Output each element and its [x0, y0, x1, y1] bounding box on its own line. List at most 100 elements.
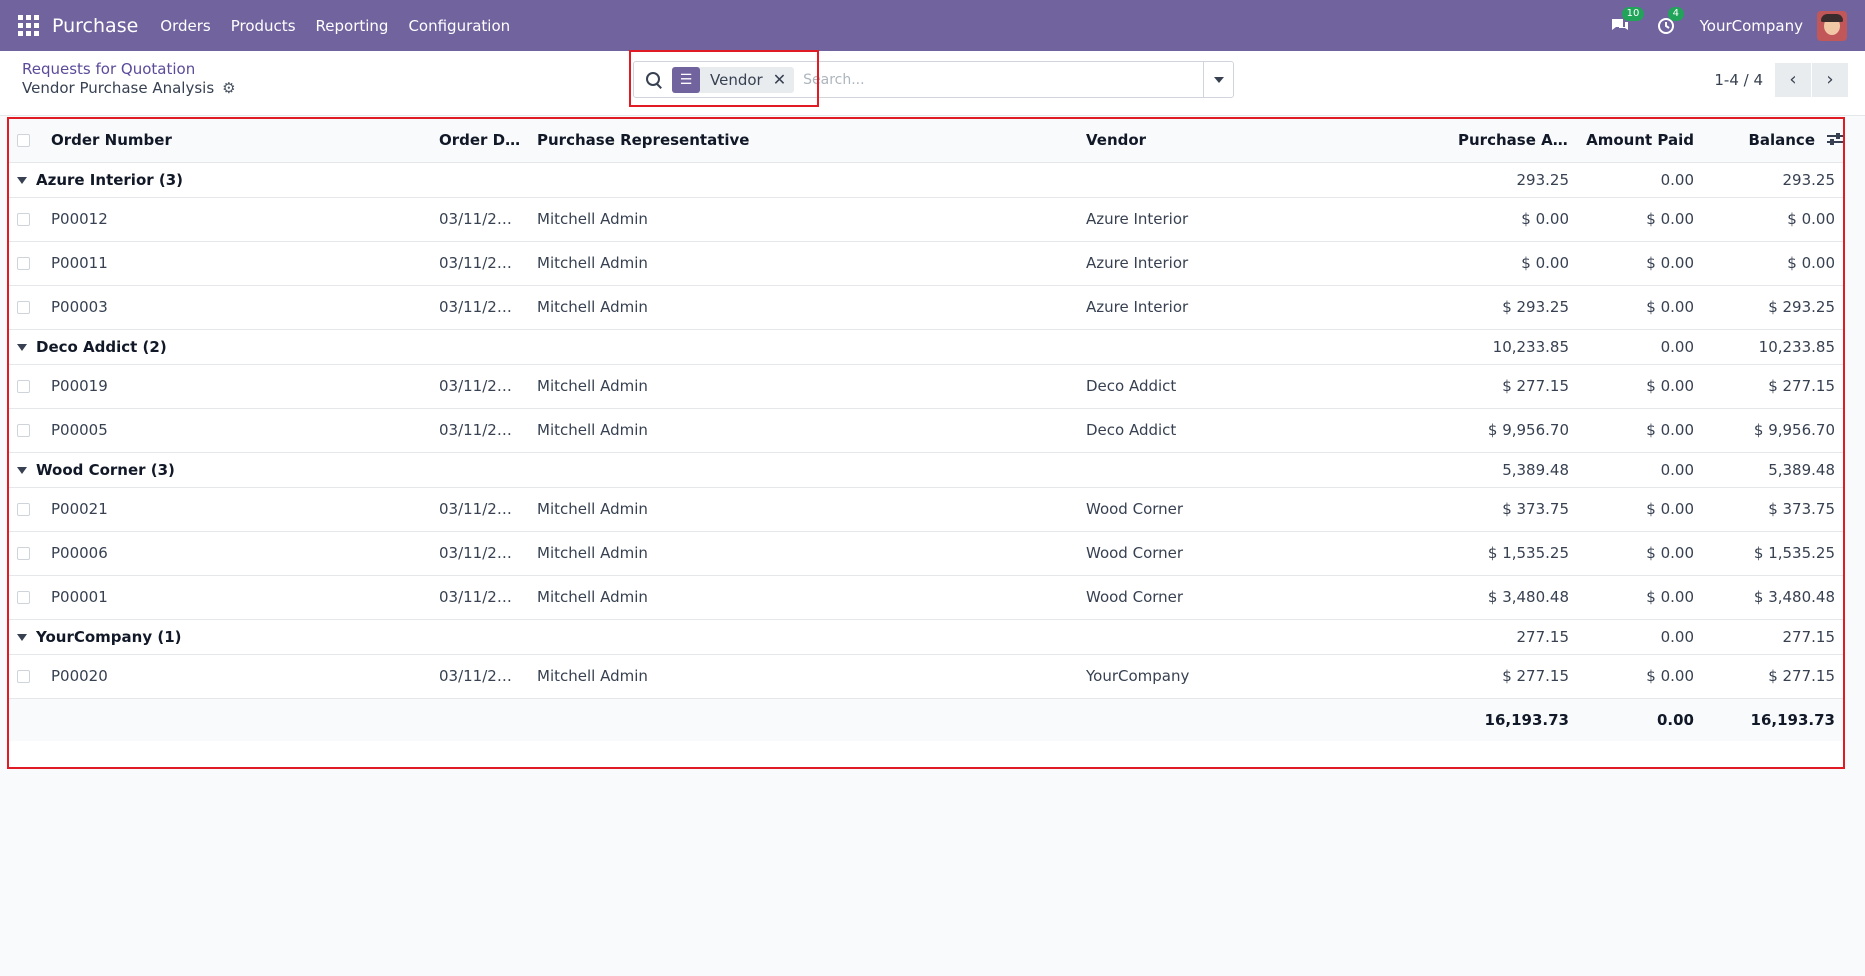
menu-products[interactable]: Products — [231, 17, 296, 35]
row-checkbox[interactable] — [17, 670, 30, 683]
row-select-cell[interactable] — [9, 654, 43, 699]
amount-paid: $ 0.00 — [1577, 487, 1702, 532]
order-number: P00012 — [43, 197, 431, 242]
caret-down-icon[interactable] — [17, 176, 27, 184]
total-purchase: 16,193.73 — [1450, 698, 1577, 741]
gear-icon[interactable]: ⚙ — [222, 79, 235, 97]
search-options-toggle[interactable] — [1203, 62, 1233, 97]
user-avatar[interactable] — [1817, 10, 1847, 41]
row-checkbox[interactable] — [17, 424, 30, 437]
row-select-cell[interactable] — [9, 408, 43, 453]
row-checkbox[interactable] — [17, 591, 30, 604]
list-view: Order Number Order Date Purchase Represe… — [7, 117, 1845, 769]
balance: $ 1,535.25 — [1702, 531, 1843, 576]
pager-next-icon[interactable]: › — [1812, 62, 1848, 97]
column-header[interactable]: Order Date — [431, 119, 529, 163]
balance: $ 293.25 — [1702, 285, 1843, 330]
purchase-representative: Mitchell Admin — [529, 575, 1078, 620]
group-header-cell[interactable]: Deco Addict (2) — [9, 329, 1450, 365]
row-select-cell[interactable] — [9, 241, 43, 286]
order-date: 03/11/2025 — [431, 575, 529, 620]
vendor: Wood Corner — [1078, 487, 1450, 532]
row-checkbox[interactable] — [17, 380, 30, 393]
activities-clock-icon[interactable]: 4 — [1654, 6, 1684, 38]
table-row[interactable]: P00011 03/11/2025 Mitchell Admin Azure Inte… — [9, 241, 1843, 286]
group-name: Wood Corner (3) — [36, 460, 175, 479]
caret-down-icon[interactable] — [17, 633, 27, 641]
table-row[interactable]: P00021 03/11/2025 Mitchell Admin Wood Corne… — [9, 487, 1843, 532]
column-header[interactable]: Purchase Am... — [1450, 119, 1577, 163]
order-date: 03/11/2025 — [431, 654, 529, 699]
column-header[interactable]: Vendor — [1078, 119, 1450, 163]
row-checkbox[interactable] — [17, 547, 30, 560]
purchase-amount: $ 1,535.25 — [1450, 531, 1577, 576]
messages-icon[interactable]: 10 — [1608, 6, 1645, 38]
row-checkbox[interactable] — [17, 213, 30, 226]
column-header[interactable]: Order Number — [43, 119, 431, 163]
pager-value[interactable]: 1-4 / 4 — [1714, 71, 1763, 89]
menu-reporting[interactable]: Reporting — [316, 17, 389, 35]
group-row[interactable]: YourCompany (1) 277.15 0.00 277.15 — [9, 619, 1843, 655]
amount-paid: $ 0.00 — [1577, 364, 1702, 409]
table-row[interactable]: P00003 03/11/2025 Mitchell Admin Azure Inte… — [9, 285, 1843, 330]
row-checkbox[interactable] — [17, 503, 30, 516]
caret-down-icon[interactable] — [17, 466, 27, 474]
column-header[interactable]: Purchase Representative — [529, 119, 1078, 163]
group-row[interactable]: Wood Corner (3) 5,389.48 0.00 5,389.48 — [9, 452, 1843, 488]
group-balance-total: 293.25 — [1702, 162, 1843, 198]
order-number: P00003 — [43, 285, 431, 330]
optional-columns-icon[interactable] — [1827, 131, 1843, 147]
amount-paid: $ 0.00 — [1577, 285, 1702, 330]
search-input[interactable] — [803, 71, 1184, 88]
menu-configuration[interactable]: Configuration — [408, 17, 510, 35]
amount-paid: $ 0.00 — [1577, 531, 1702, 576]
row-select-cell[interactable] — [9, 364, 43, 409]
group-paid-total: 0.00 — [1577, 619, 1702, 655]
caret-down-icon[interactable] — [17, 343, 27, 351]
menu-orders[interactable]: Orders — [160, 17, 210, 35]
order-number: P00019 — [43, 364, 431, 409]
purchase-amount: $ 0.00 — [1450, 197, 1577, 242]
select-all-cell[interactable] — [9, 119, 43, 163]
app-name[interactable]: Purchase — [52, 15, 138, 37]
app-menu-icon[interactable] — [18, 14, 40, 37]
group-purchase-total: 277.15 — [1450, 619, 1577, 655]
table-row[interactable]: P00005 03/11/2025 Mitchell Admin Deco Addic… — [9, 408, 1843, 453]
purchase-representative: Mitchell Admin — [529, 364, 1078, 409]
vendor: Azure Interior — [1078, 197, 1450, 242]
group-row[interactable]: Deco Addict (2) 10,233.85 0.00 10,233.85 — [9, 329, 1843, 365]
order-number: P00006 — [43, 531, 431, 576]
table-row[interactable]: P00006 03/11/2025 Mitchell Admin Wood Corne… — [9, 531, 1843, 576]
column-header-balance[interactable]: Balance — [1702, 119, 1843, 163]
purchase-amount: $ 293.25 — [1450, 285, 1577, 330]
order-number: P00020 — [43, 654, 431, 699]
group-header-cell[interactable]: Azure Interior (3) — [9, 162, 1450, 198]
row-select-cell[interactable] — [9, 487, 43, 532]
column-header[interactable]: Amount Paid — [1577, 119, 1702, 163]
pager-previous-icon[interactable]: ‹ — [1775, 62, 1811, 97]
amount-paid: $ 0.00 — [1577, 654, 1702, 699]
table-row[interactable]: P00019 03/11/2025 Mitchell Admin Deco Addic… — [9, 364, 1843, 409]
top-navbar: Purchase Orders Products Reporting Confi… — [0, 0, 1865, 51]
row-select-cell[interactable] — [9, 575, 43, 620]
total-balance: 16,193.73 — [1702, 698, 1843, 741]
row-checkbox[interactable] — [17, 301, 30, 314]
row-select-cell[interactable] — [9, 285, 43, 330]
row-checkbox[interactable] — [17, 257, 30, 270]
purchase-representative: Mitchell Admin — [529, 531, 1078, 576]
row-select-cell[interactable] — [9, 531, 43, 576]
row-select-cell[interactable] — [9, 197, 43, 242]
table-row[interactable]: P00012 03/11/2025 Mitchell Admin Azure Inte… — [9, 197, 1843, 242]
select-all-checkbox[interactable] — [17, 134, 30, 148]
column-header[interactable]: Balance — [1748, 131, 1815, 149]
purchase-amount: $ 277.15 — [1450, 364, 1577, 409]
purchase-amount: $ 277.15 — [1450, 654, 1577, 699]
table-row[interactable]: P00020 03/11/2025 Mitchell Admin YourCompan… — [9, 654, 1843, 699]
table-row[interactable]: P00001 03/11/2025 Mitchell Admin Wood Corne… — [9, 575, 1843, 620]
group-header-cell[interactable]: YourCompany (1) — [9, 619, 1450, 655]
breadcrumb[interactable]: Requests for Quotation — [22, 60, 195, 78]
group-header-cell[interactable]: Wood Corner (3) — [9, 452, 1450, 488]
company-switcher[interactable]: YourCompany — [1700, 17, 1803, 35]
order-date: 03/11/2025 — [431, 487, 529, 532]
group-row[interactable]: Azure Interior (3) 293.25 0.00 293.25 — [9, 162, 1843, 198]
